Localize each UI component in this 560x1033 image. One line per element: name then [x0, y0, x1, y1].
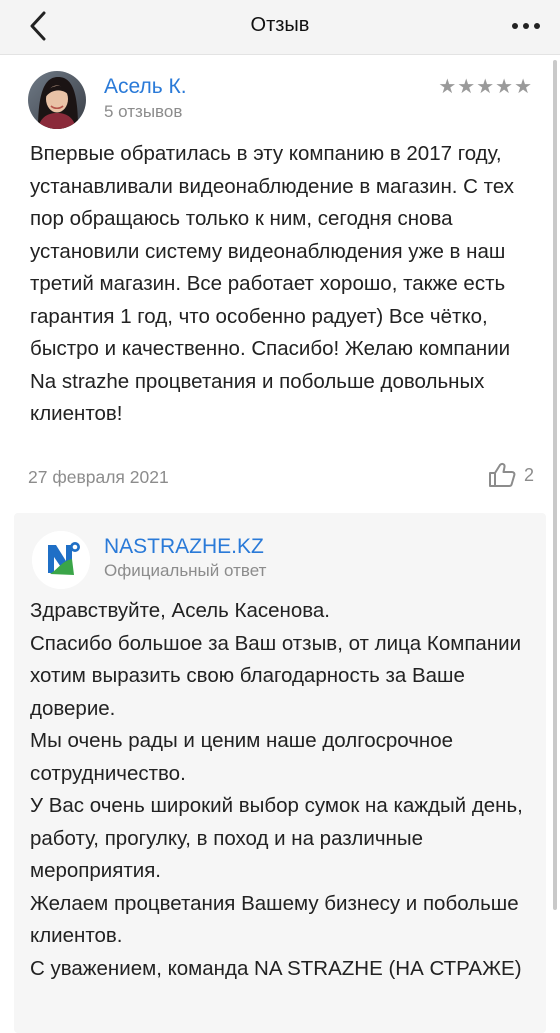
like-count: 2	[523, 464, 534, 485]
company-name[interactable]: NASTRAZHE.KZ	[104, 535, 264, 559]
scrollbar[interactable]	[553, 60, 557, 910]
star-icon: ★	[514, 76, 532, 98]
reply-text: Здравствуйте, Асель Касенова. Спасибо бо…	[30, 595, 530, 985]
star-icon: ★	[495, 76, 514, 98]
author-avatar[interactable]	[28, 71, 86, 129]
rating-stars: ★ ★ ★ ★ ★	[438, 77, 532, 97]
reply-line: У Вас очень широкий выбор сумок на кажды…	[30, 794, 523, 882]
reply-line: Спасибо большое за Ваш отзыв, от лица Ко…	[30, 631, 522, 720]
nastrazhe-logo-icon	[32, 531, 90, 589]
review-date: 27 февраля 2021	[28, 467, 169, 487]
author-reviews-count: 5 отзывов	[104, 102, 183, 121]
reply-line: Здравствуйте, Асель Касенова.	[30, 599, 330, 622]
more-options-button[interactable]	[506, 8, 546, 44]
company-logo[interactable]	[32, 531, 90, 589]
like-button[interactable]: 2	[488, 458, 534, 492]
reply-line: Мы очень рады и ценим наше долгосрочное …	[30, 729, 454, 785]
star-icon: ★	[476, 76, 495, 98]
official-reply-label: Официальный ответ	[104, 561, 267, 580]
author-name[interactable]: Асель К.	[104, 75, 187, 99]
more-horizontal-icon	[512, 23, 540, 29]
top-nav-bar: Отзыв	[0, 0, 560, 55]
user-photo-icon	[28, 71, 86, 129]
reply-line: С уважением, команда NA STRAZHE (НА СТРА…	[30, 956, 522, 980]
star-icon: ★	[457, 76, 476, 98]
thumbs-up-icon	[488, 462, 516, 487]
review-text: Впервые обратилась в эту компанию в 2017…	[30, 142, 515, 425]
reply-line: Желаем процветания Вашему бизнесу и побо…	[30, 891, 519, 948]
page-title: Отзыв	[250, 14, 310, 36]
official-reply-card: NASTRAZHE.KZ Официальный ответ Здравству…	[14, 513, 546, 1033]
star-icon: ★	[438, 76, 457, 98]
